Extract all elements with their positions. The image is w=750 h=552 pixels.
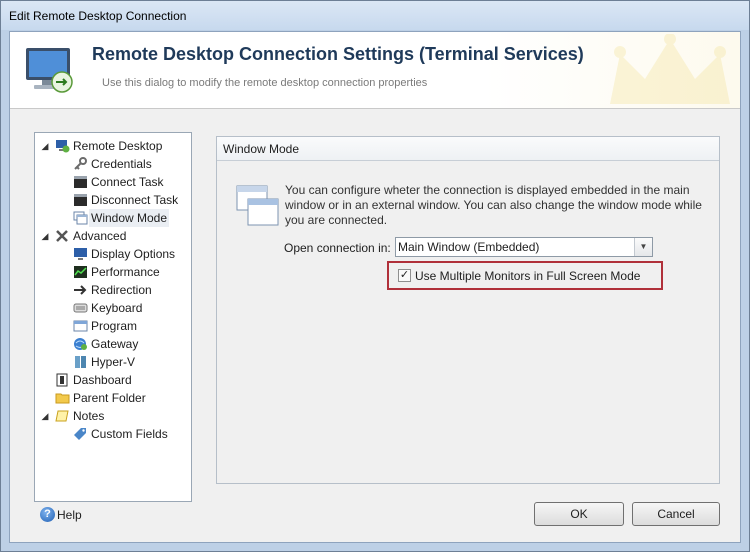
program-icon — [73, 320, 88, 332]
collapse-arrow-icon[interactable]: ◢ — [39, 407, 51, 425]
header-subtitle: Use this dialog to modify the remote des… — [102, 77, 428, 89]
notes-icon — [55, 410, 69, 422]
open-connection-value: Main Window (Embedded) — [398, 240, 540, 254]
title-bar[interactable]: Edit Remote Desktop Connection — [1, 1, 749, 30]
performance-icon — [74, 266, 87, 278]
tag-icon — [74, 428, 86, 440]
tree-item-label: Window Mode — [89, 209, 170, 227]
window-mode-description: You can configure wheter the connection … — [285, 183, 702, 227]
tree-item-label: Dashboard — [73, 373, 132, 387]
chevron-down-icon[interactable]: ▼ — [634, 238, 652, 256]
tree-item-label: Custom Fields — [91, 427, 168, 441]
tree-item-label: Display Options — [91, 247, 176, 261]
remote-desktop-monitor-icon — [26, 48, 73, 93]
tree-item-label: Credentials — [91, 157, 152, 171]
windows-icon — [73, 211, 88, 225]
panel-title-bar: Window Mode — [217, 137, 719, 161]
tree-item-label: Hyper-V — [91, 355, 136, 369]
folder-icon — [55, 393, 70, 404]
settings-tree: ◢ Remote Desktop Credentials Connect Tas… — [34, 132, 192, 502]
ok-button[interactable]: OK — [534, 502, 624, 526]
multi-monitor-checkbox[interactable]: ✓ — [398, 269, 411, 282]
window-mode-panel: Window Mode You can configure wheter the… — [216, 136, 720, 484]
key-icon — [74, 157, 87, 170]
tree-item-label: Redirection — [91, 283, 152, 297]
gateway-icon — [74, 338, 87, 350]
tree-item-label: Keyboard — [91, 301, 143, 315]
tree-item-label: Notes — [73, 409, 105, 423]
monitor-icon — [74, 248, 87, 260]
multi-monitor-label[interactable]: Use Multiple Monitors in Full Screen Mod… — [415, 269, 640, 283]
tree-item-label: Parent Folder — [73, 391, 146, 405]
tree-item-label: Program — [91, 319, 138, 333]
dashboard-icon — [56, 373, 68, 387]
tree-item-label: Advanced — [73, 229, 127, 243]
keyboard-icon — [73, 303, 88, 313]
multi-monitor-highlight: ✓ Use Multiple Monitors in Full Screen M… — [387, 261, 663, 290]
tree-item-label: Performance — [91, 265, 160, 279]
dialog-client: Remote Desktop Connection Settings (Term… — [9, 31, 741, 543]
windows-icon — [236, 185, 279, 226]
collapse-arrow-icon[interactable]: ◢ — [39, 227, 51, 245]
help-icon: ? — [40, 507, 55, 522]
redirect-icon — [74, 285, 87, 295]
tree-item-label: Gateway — [91, 337, 139, 351]
tools-icon — [56, 230, 68, 242]
dialog-window: Edit Remote Desktop Connection Remote De… — [0, 0, 750, 552]
tree-item-label: Remote Desktop — [73, 139, 163, 153]
remote-desktop-icon — [56, 140, 70, 153]
window-title: Edit Remote Desktop Connection — [9, 9, 187, 23]
header-title: Remote Desktop Connection Settings (Term… — [92, 44, 584, 64]
panel-title: Window Mode — [223, 142, 300, 156]
tree-item-label: Connect Task — [91, 175, 164, 189]
dialog-header: Remote Desktop Connection Settings (Term… — [10, 32, 740, 109]
collapse-arrow-icon[interactable]: ◢ — [39, 137, 51, 155]
server-icon — [75, 356, 86, 368]
tree-item-label: Disconnect Task — [91, 193, 179, 207]
console-icon — [74, 176, 87, 188]
console-icon — [74, 194, 87, 206]
open-connection-label: Open connection in: — [284, 241, 391, 255]
crown-watermark-icon — [610, 34, 730, 104]
cancel-button[interactable]: Cancel — [632, 502, 720, 526]
help-label: Help — [57, 508, 82, 522]
open-connection-select[interactable]: Main Window (Embedded) ▼ — [395, 237, 653, 257]
